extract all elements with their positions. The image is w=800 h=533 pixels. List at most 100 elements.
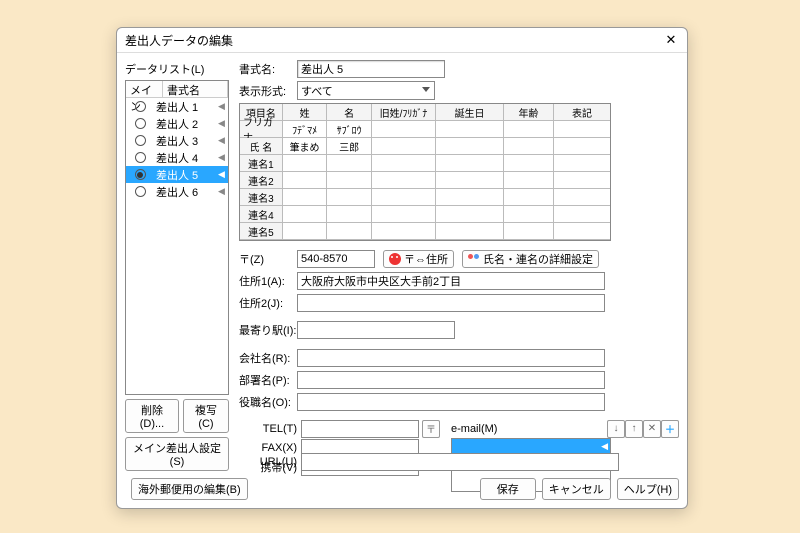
grid-cell-furi[interactable]	[372, 121, 436, 138]
radio-icon[interactable]	[126, 186, 154, 197]
grid-cell-hyo[interactable]	[554, 172, 610, 189]
grid-cell-sei[interactable]	[283, 172, 328, 189]
grid-cell-hyo[interactable]	[554, 121, 610, 138]
grid-cell-bd[interactable]	[436, 138, 504, 155]
overseas-edit-button[interactable]: 海外郵便用の編集(B)	[131, 478, 248, 500]
radio-icon[interactable]	[126, 169, 154, 180]
grid-row[interactable]: 連名2	[240, 172, 610, 189]
grid-cell-mei[interactable]	[327, 206, 372, 223]
grid-cell-furi[interactable]	[372, 138, 436, 155]
grid-cell-sei[interactable]	[283, 223, 328, 240]
grid-cell-furi[interactable]	[372, 155, 436, 172]
data-list-item[interactable]: 差出人 2◀	[126, 115, 228, 132]
window-title: 差出人データの編集	[125, 32, 663, 49]
grid-cell-bd[interactable]	[436, 172, 504, 189]
addr1-input[interactable]	[297, 272, 605, 290]
company-input[interactable]	[297, 349, 605, 367]
grid-cell-bd[interactable]	[436, 155, 504, 172]
tel-input[interactable]	[301, 420, 419, 438]
grid-head-age: 年齢	[504, 104, 554, 121]
grid-row[interactable]: 連名3	[240, 189, 610, 206]
grid-cell-sei[interactable]	[283, 206, 328, 223]
data-list-label: データリスト(L)	[125, 59, 229, 80]
grid-cell-bd[interactable]	[436, 206, 504, 223]
grid-head-notation: 表記	[554, 104, 610, 121]
main-sender-setting-button[interactable]: メイン差出人設定(S)	[125, 437, 229, 471]
email-add-icon[interactable]: ＋	[661, 420, 679, 438]
station-input[interactable]	[297, 321, 455, 339]
tel-dropdown-icon[interactable]: 〒	[422, 420, 440, 438]
grid-cell-mei[interactable]: 三郎	[327, 138, 372, 155]
dept-label: 部署名(P):	[239, 372, 297, 388]
data-list-item[interactable]: 差出人 4◀	[126, 149, 228, 166]
url-input[interactable]	[301, 453, 619, 471]
grid-cell-bd[interactable]	[436, 223, 504, 240]
grid-cell-age[interactable]	[504, 121, 554, 138]
email-up-icon[interactable]: ↑	[625, 420, 643, 438]
radio-icon[interactable]	[126, 101, 154, 112]
grid-row-header: 連名4	[240, 206, 283, 223]
email-list-row[interactable]: ◀	[452, 439, 610, 453]
grid-cell-hyo[interactable]	[554, 206, 610, 223]
grid-cell-mei[interactable]	[327, 172, 372, 189]
save-button[interactable]: 保存	[480, 478, 536, 500]
name-grid[interactable]: 項目名 姓 名 旧姓/ﾌﾘｶﾞﾅ 誕生日 年齢 表記 フリガナﾌﾃﾞﾏﾒｻﾌﾞﾛ…	[239, 103, 611, 241]
email-delete-icon[interactable]: ✕	[643, 420, 661, 438]
radio-icon[interactable]	[126, 135, 154, 146]
grid-cell-hyo[interactable]	[554, 138, 610, 155]
grid-row[interactable]: 連名5	[240, 223, 610, 240]
grid-cell-mei[interactable]: ｻﾌﾞﾛｳ	[327, 121, 372, 138]
grid-cell-age[interactable]	[504, 223, 554, 240]
grid-cell-bd[interactable]	[436, 189, 504, 206]
radio-icon[interactable]	[126, 152, 154, 163]
grid-row[interactable]: 連名1	[240, 155, 610, 172]
grid-row[interactable]: フリガナﾌﾃﾞﾏﾒｻﾌﾞﾛｳ	[240, 121, 610, 138]
grid-cell-mei[interactable]	[327, 155, 372, 172]
display-format-select[interactable]: すべて	[297, 81, 435, 100]
help-button[interactable]: ヘルプ(H)	[617, 478, 679, 500]
grid-cell-age[interactable]	[504, 155, 554, 172]
zip-input[interactable]	[297, 250, 375, 268]
grid-cell-furi[interactable]	[372, 189, 436, 206]
cancel-button[interactable]: キャンセル	[542, 478, 611, 500]
name-detail-button[interactable]: 氏名・連名の詳細設定	[462, 250, 599, 268]
grid-cell-sei[interactable]: ﾌﾃﾞﾏﾒ	[283, 121, 328, 138]
copy-button[interactable]: 複写(C)	[183, 399, 229, 433]
grid-cell-hyo[interactable]	[554, 189, 610, 206]
grid-row[interactable]: 氏 名筆まめ三郎	[240, 138, 610, 155]
addr2-label: 住所2(J):	[239, 295, 297, 311]
triangle-icon: ◀	[218, 169, 228, 180]
grid-row[interactable]: 連名4	[240, 206, 610, 223]
data-list-item[interactable]: 差出人 5◀	[126, 166, 228, 183]
grid-cell-bd[interactable]	[436, 121, 504, 138]
style-name-input[interactable]	[297, 60, 445, 78]
data-list-item[interactable]: 差出人 6◀	[126, 183, 228, 200]
grid-cell-furi[interactable]	[372, 206, 436, 223]
grid-cell-mei[interactable]	[327, 223, 372, 240]
close-icon[interactable]: ✕	[663, 32, 679, 48]
grid-cell-age[interactable]	[504, 206, 554, 223]
dept-input[interactable]	[297, 371, 605, 389]
radio-icon[interactable]	[126, 118, 154, 129]
grid-cell-age[interactable]	[504, 172, 554, 189]
grid-cell-hyo[interactable]	[554, 155, 610, 172]
addr2-input[interactable]	[297, 294, 605, 312]
grid-cell-age[interactable]	[504, 138, 554, 155]
grid-cell-furi[interactable]	[372, 172, 436, 189]
email-down-icon[interactable]: ↓	[607, 420, 625, 438]
data-list-item[interactable]: 差出人 1◀	[126, 98, 228, 115]
grid-cell-furi[interactable]	[372, 223, 436, 240]
grid-cell-age[interactable]	[504, 189, 554, 206]
delete-button[interactable]: 削除(D)...	[125, 399, 179, 433]
grid-cell-hyo[interactable]	[554, 223, 610, 240]
list-item-label: 差出人 3	[154, 133, 218, 149]
zip-address-button[interactable]: 〒⇔住所	[383, 250, 454, 268]
grid-cell-sei[interactable]	[283, 189, 328, 206]
grid-row-header: 連名2	[240, 172, 283, 189]
grid-cell-mei[interactable]	[327, 189, 372, 206]
grid-cell-sei[interactable]: 筆まめ	[283, 138, 328, 155]
title-input[interactable]	[297, 393, 605, 411]
grid-cell-sei[interactable]	[283, 155, 328, 172]
triangle-icon: ◀	[218, 118, 228, 129]
data-list-item[interactable]: 差出人 3◀	[126, 132, 228, 149]
